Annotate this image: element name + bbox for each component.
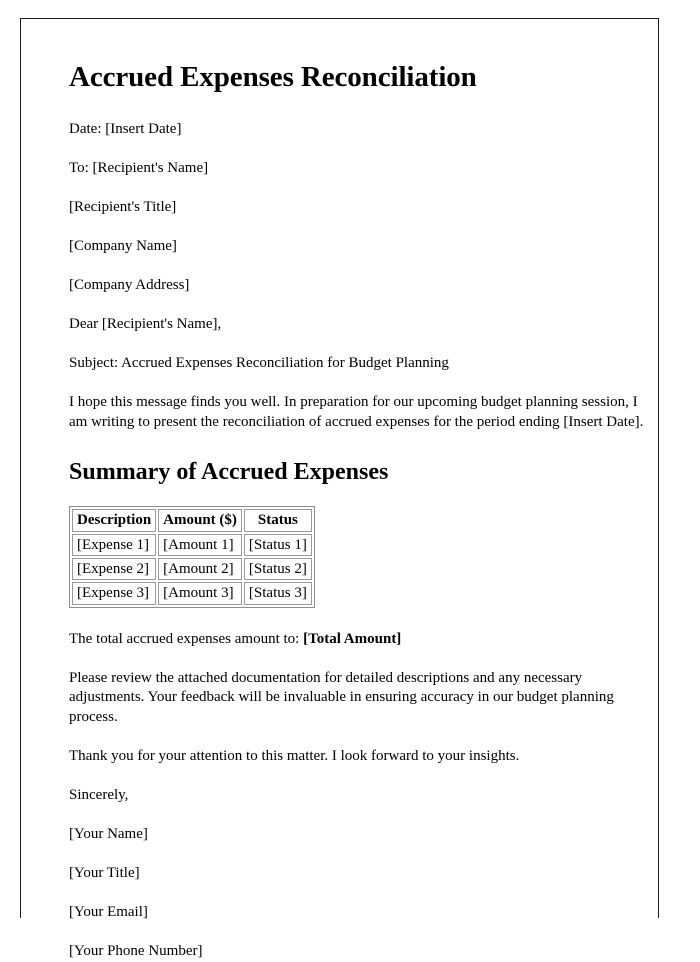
signature-name: [Your Name] bbox=[69, 826, 148, 843]
intro-paragraph: I hope this message finds you well. In p… bbox=[69, 393, 644, 430]
column-header-amount: Amount ($) bbox=[158, 509, 242, 532]
recipient-name-line: To: [Recipient's Name] bbox=[69, 160, 209, 177]
cell-description: [Expense 2] bbox=[72, 557, 157, 581]
subject-line: Subject: Accrued Expenses Reconciliation… bbox=[69, 354, 449, 371]
company-address-line: [Company Address] bbox=[69, 277, 190, 294]
cell-amount: [Amount 1] bbox=[158, 533, 242, 556]
table-header: Description Amount ($) Status bbox=[72, 509, 312, 532]
column-header-description: Description bbox=[72, 509, 157, 532]
cell-status: [Status 2] bbox=[243, 557, 312, 581]
salutation-line: Dear [Recipient's Name], bbox=[69, 316, 222, 333]
closing-line: Sincerely, bbox=[69, 787, 129, 804]
cell-description: [Expense 3] bbox=[72, 582, 157, 605]
review-paragraph: Please review the attached documentation… bbox=[69, 669, 614, 726]
company-name-line: [Company Name] bbox=[69, 238, 177, 255]
thanks-paragraph: Thank you for your attention to this mat… bbox=[69, 748, 520, 765]
page-title: Accrued Expenses Reconciliation bbox=[69, 61, 477, 93]
document-page-frame: Accrued Expenses Reconciliation Date: [I… bbox=[20, 18, 659, 959]
column-header-status: Status bbox=[243, 509, 312, 532]
total-line: The total accrued expenses amount to: [T… bbox=[69, 630, 655, 650]
section-heading-summary: Summary of Accrued Expenses bbox=[69, 458, 389, 485]
signature-email: [Your Email] bbox=[69, 904, 148, 921]
table-row: [Expense 2] [Amount 2] [Status 2] bbox=[72, 557, 312, 581]
table-body: [Expense 1] [Amount 1] [Status 1] [Expen… bbox=[72, 533, 312, 605]
table-row: [Expense 1] [Amount 1] [Status 1] bbox=[72, 533, 312, 556]
cell-description: [Expense 1] bbox=[72, 533, 157, 556]
document-body: Accrued Expenses Reconciliation Date: [I… bbox=[69, 61, 655, 962]
cell-amount: [Amount 2] bbox=[158, 557, 242, 581]
table-header-row: Description Amount ($) Status bbox=[72, 509, 312, 532]
cell-amount: [Amount 3] bbox=[158, 582, 242, 605]
cell-status: [Status 1] bbox=[243, 533, 312, 556]
recipient-title-line: [Recipient's Title] bbox=[69, 199, 177, 216]
date-line: Date: [Insert Date] bbox=[69, 121, 182, 138]
total-line-prefix: The total accrued expenses amount to: bbox=[69, 630, 304, 647]
signature-phone: [Your Phone Number] bbox=[69, 943, 203, 959]
signature-title: [Your Title] bbox=[69, 865, 140, 882]
table-row: [Expense 3] [Amount 3] [Status 3] bbox=[72, 582, 312, 605]
accrued-expenses-table: Description Amount ($) Status [Expense 1… bbox=[69, 506, 315, 608]
cell-status: [Status 3] bbox=[243, 582, 312, 605]
total-amount-placeholder: [Total Amount] bbox=[303, 630, 402, 647]
